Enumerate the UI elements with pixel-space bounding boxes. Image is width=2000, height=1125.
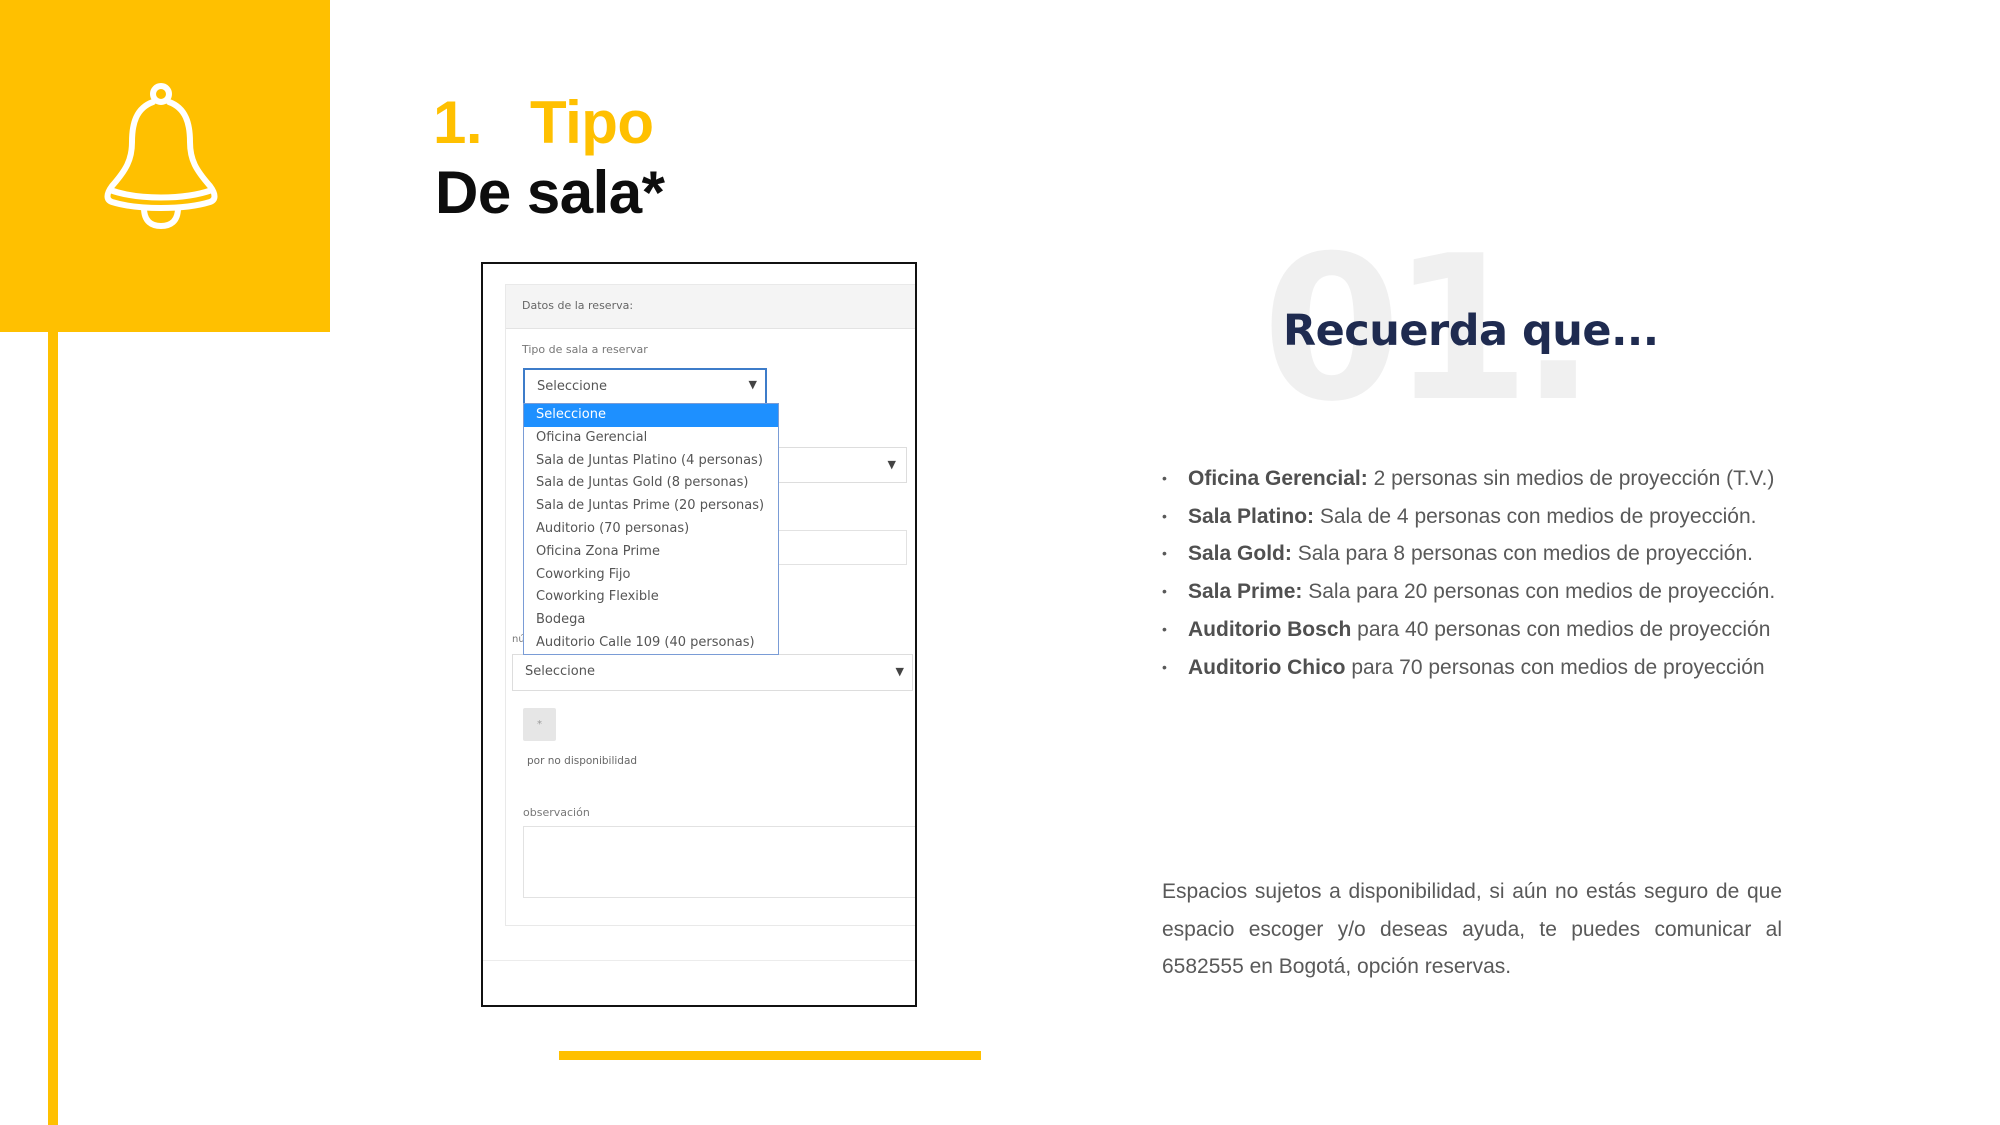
page-title: 1. Tipo bbox=[433, 88, 654, 158]
form-screenshot: Datos de la reserva: Tipo de sala a rese… bbox=[481, 262, 917, 1007]
secondary-select-value: Seleccione bbox=[525, 664, 595, 679]
availability-note: Espacios sujetos a disponibilidad, si aú… bbox=[1162, 880, 1782, 979]
list-item: • Sala Prime: Sala para 20 personas con m… bbox=[1162, 573, 1782, 611]
panel-header: Datos de la reserva: bbox=[506, 285, 915, 329]
room-type-select[interactable]: Seleccione ▼ bbox=[523, 368, 767, 405]
bullet-icon: • bbox=[1162, 470, 1167, 486]
title-number: 1. bbox=[433, 89, 483, 156]
room-type-label: Tipo de sala a reservar bbox=[522, 343, 648, 356]
chevron-down-icon: ▼ bbox=[748, 378, 757, 391]
dropdown-option[interactable]: Coworking Flexible bbox=[524, 586, 778, 609]
chevron-down-icon: ▼ bbox=[895, 665, 904, 678]
room-descriptions-list: • Oficina Gerencial: 2 personas sin medio… bbox=[1162, 460, 1782, 686]
dropdown-option[interactable]: Sala de Juntas Prime (20 personas) bbox=[524, 495, 778, 518]
observation-label: observación bbox=[523, 806, 590, 819]
dropdown-option[interactable]: Sala de Juntas Gold (8 personas) bbox=[524, 472, 778, 495]
dropdown-option[interactable]: Seleccione bbox=[524, 404, 778, 427]
title-word: Tipo bbox=[530, 89, 654, 156]
room-description: Sala para 8 personas con medios de proye… bbox=[1291, 542, 1753, 566]
list-item: • Auditorio Chico para 70 personas con me… bbox=[1162, 649, 1782, 687]
dropdown-option[interactable]: Oficina Zona Prime bbox=[524, 541, 778, 564]
room-description: para 40 personas con medios de proyecció… bbox=[1351, 617, 1771, 641]
bullet-icon: • bbox=[1162, 620, 1167, 637]
observation-textarea[interactable] bbox=[523, 826, 915, 898]
room-name: Sala Gold: bbox=[1188, 542, 1292, 566]
room-name: Auditorio Bosch bbox=[1188, 617, 1352, 641]
room-type-dropdown-list[interactable]: Seleccione Oficina Gerencial Sala de Junta… bbox=[523, 403, 779, 655]
bullet-icon: • bbox=[1162, 507, 1167, 524]
bullet-icon: • bbox=[1162, 583, 1167, 600]
room-name: Sala Prime: bbox=[1188, 580, 1303, 604]
room-description: para 70 personas con medios de proyecció… bbox=[1345, 655, 1765, 679]
availability-text: por no disponibilidad bbox=[527, 755, 638, 767]
list-item: • Sala Platino: Sala de 4 personas con me… bbox=[1162, 498, 1782, 536]
list-item: • Sala Gold: Sala para 8 personas con med… bbox=[1162, 535, 1782, 573]
dropdown-option[interactable]: Bodega bbox=[524, 609, 778, 632]
reminder-heading: Recuerda que... bbox=[1283, 306, 1659, 356]
list-item: • Oficina Gerencial: 2 personas sin medio… bbox=[1162, 460, 1782, 498]
bell-icon bbox=[104, 83, 218, 229]
bullet-icon: • bbox=[1162, 545, 1167, 562]
dropdown-option[interactable]: Auditorio (70 personas) bbox=[524, 518, 778, 541]
small-action-button[interactable]: * bbox=[523, 708, 556, 741]
section-title: Datos de la reserva: bbox=[522, 299, 634, 312]
list-item: • Auditorio Bosch para 40 personas con me… bbox=[1162, 611, 1782, 649]
accent-underline-bar bbox=[559, 1051, 981, 1060]
bullet-icon: • bbox=[1162, 658, 1167, 675]
secondary-select[interactable]: Seleccione ▼ bbox=[512, 654, 913, 691]
vertical-accent-line bbox=[48, 332, 58, 1125]
divider bbox=[483, 960, 915, 961]
chevron-down-icon: ▼ bbox=[887, 458, 896, 471]
room-name: Auditorio Chico bbox=[1188, 655, 1346, 679]
dropdown-option[interactable]: Sala de Juntas Platino (4 personas) bbox=[524, 450, 778, 473]
room-description: Sala para 20 personas con medios de proy… bbox=[1302, 580, 1776, 604]
room-name: Sala Platino: bbox=[1188, 504, 1315, 528]
room-description: 2 personas sin medios de proyección (T.V… bbox=[1367, 467, 1775, 490]
dropdown-option[interactable]: Auditorio Calle 109 (40 personas) bbox=[524, 632, 778, 655]
dropdown-option[interactable]: Oficina Gerencial bbox=[524, 427, 778, 450]
room-type-select-value: Seleccione bbox=[537, 379, 607, 394]
page-subtitle: De sala* bbox=[435, 159, 665, 226]
room-name: Oficina Gerencial: bbox=[1188, 467, 1368, 490]
room-description: Sala de 4 personas con medios de proyecc… bbox=[1314, 504, 1757, 528]
dropdown-option[interactable]: Coworking Fijo bbox=[524, 564, 778, 587]
